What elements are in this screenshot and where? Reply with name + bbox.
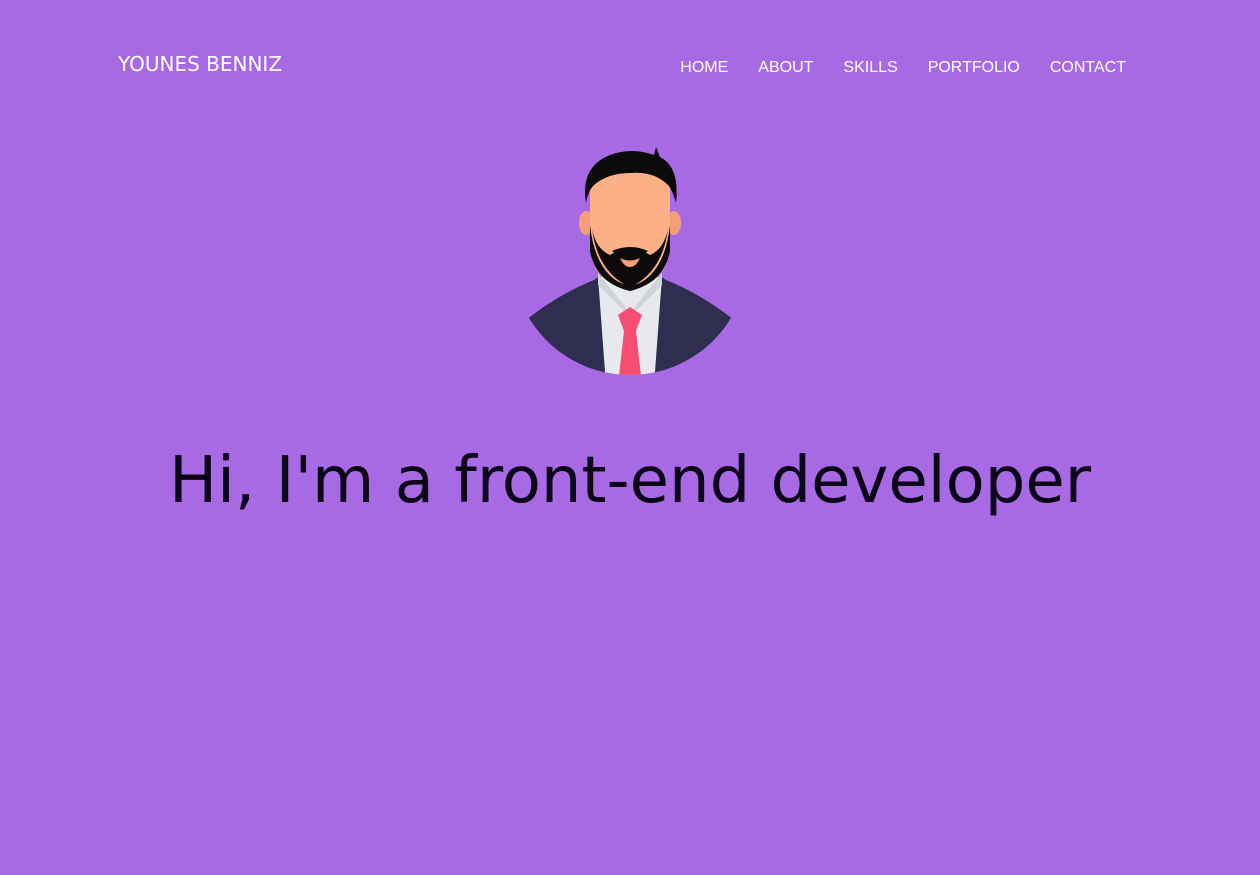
hero-headline: Hi, I'm a front-end developer — [168, 444, 1092, 518]
nav-skills-link[interactable]: SKILLS — [843, 58, 897, 78]
nav-contact-link[interactable]: CONTACT — [1050, 58, 1126, 78]
nav-home-link[interactable]: HOME — [680, 58, 728, 78]
avatar-icon — [514, 147, 746, 375]
nav-about-link[interactable]: ABOUT — [758, 58, 813, 78]
nav-portfolio-link[interactable]: PORTFOLIO — [928, 58, 1020, 78]
main-nav: HOME ABOUT SKILLS PORTFOLIO CONTACT — [680, 58, 1126, 78]
brand-logo-text[interactable]: YOUNES BENNIZ — [118, 52, 282, 76]
